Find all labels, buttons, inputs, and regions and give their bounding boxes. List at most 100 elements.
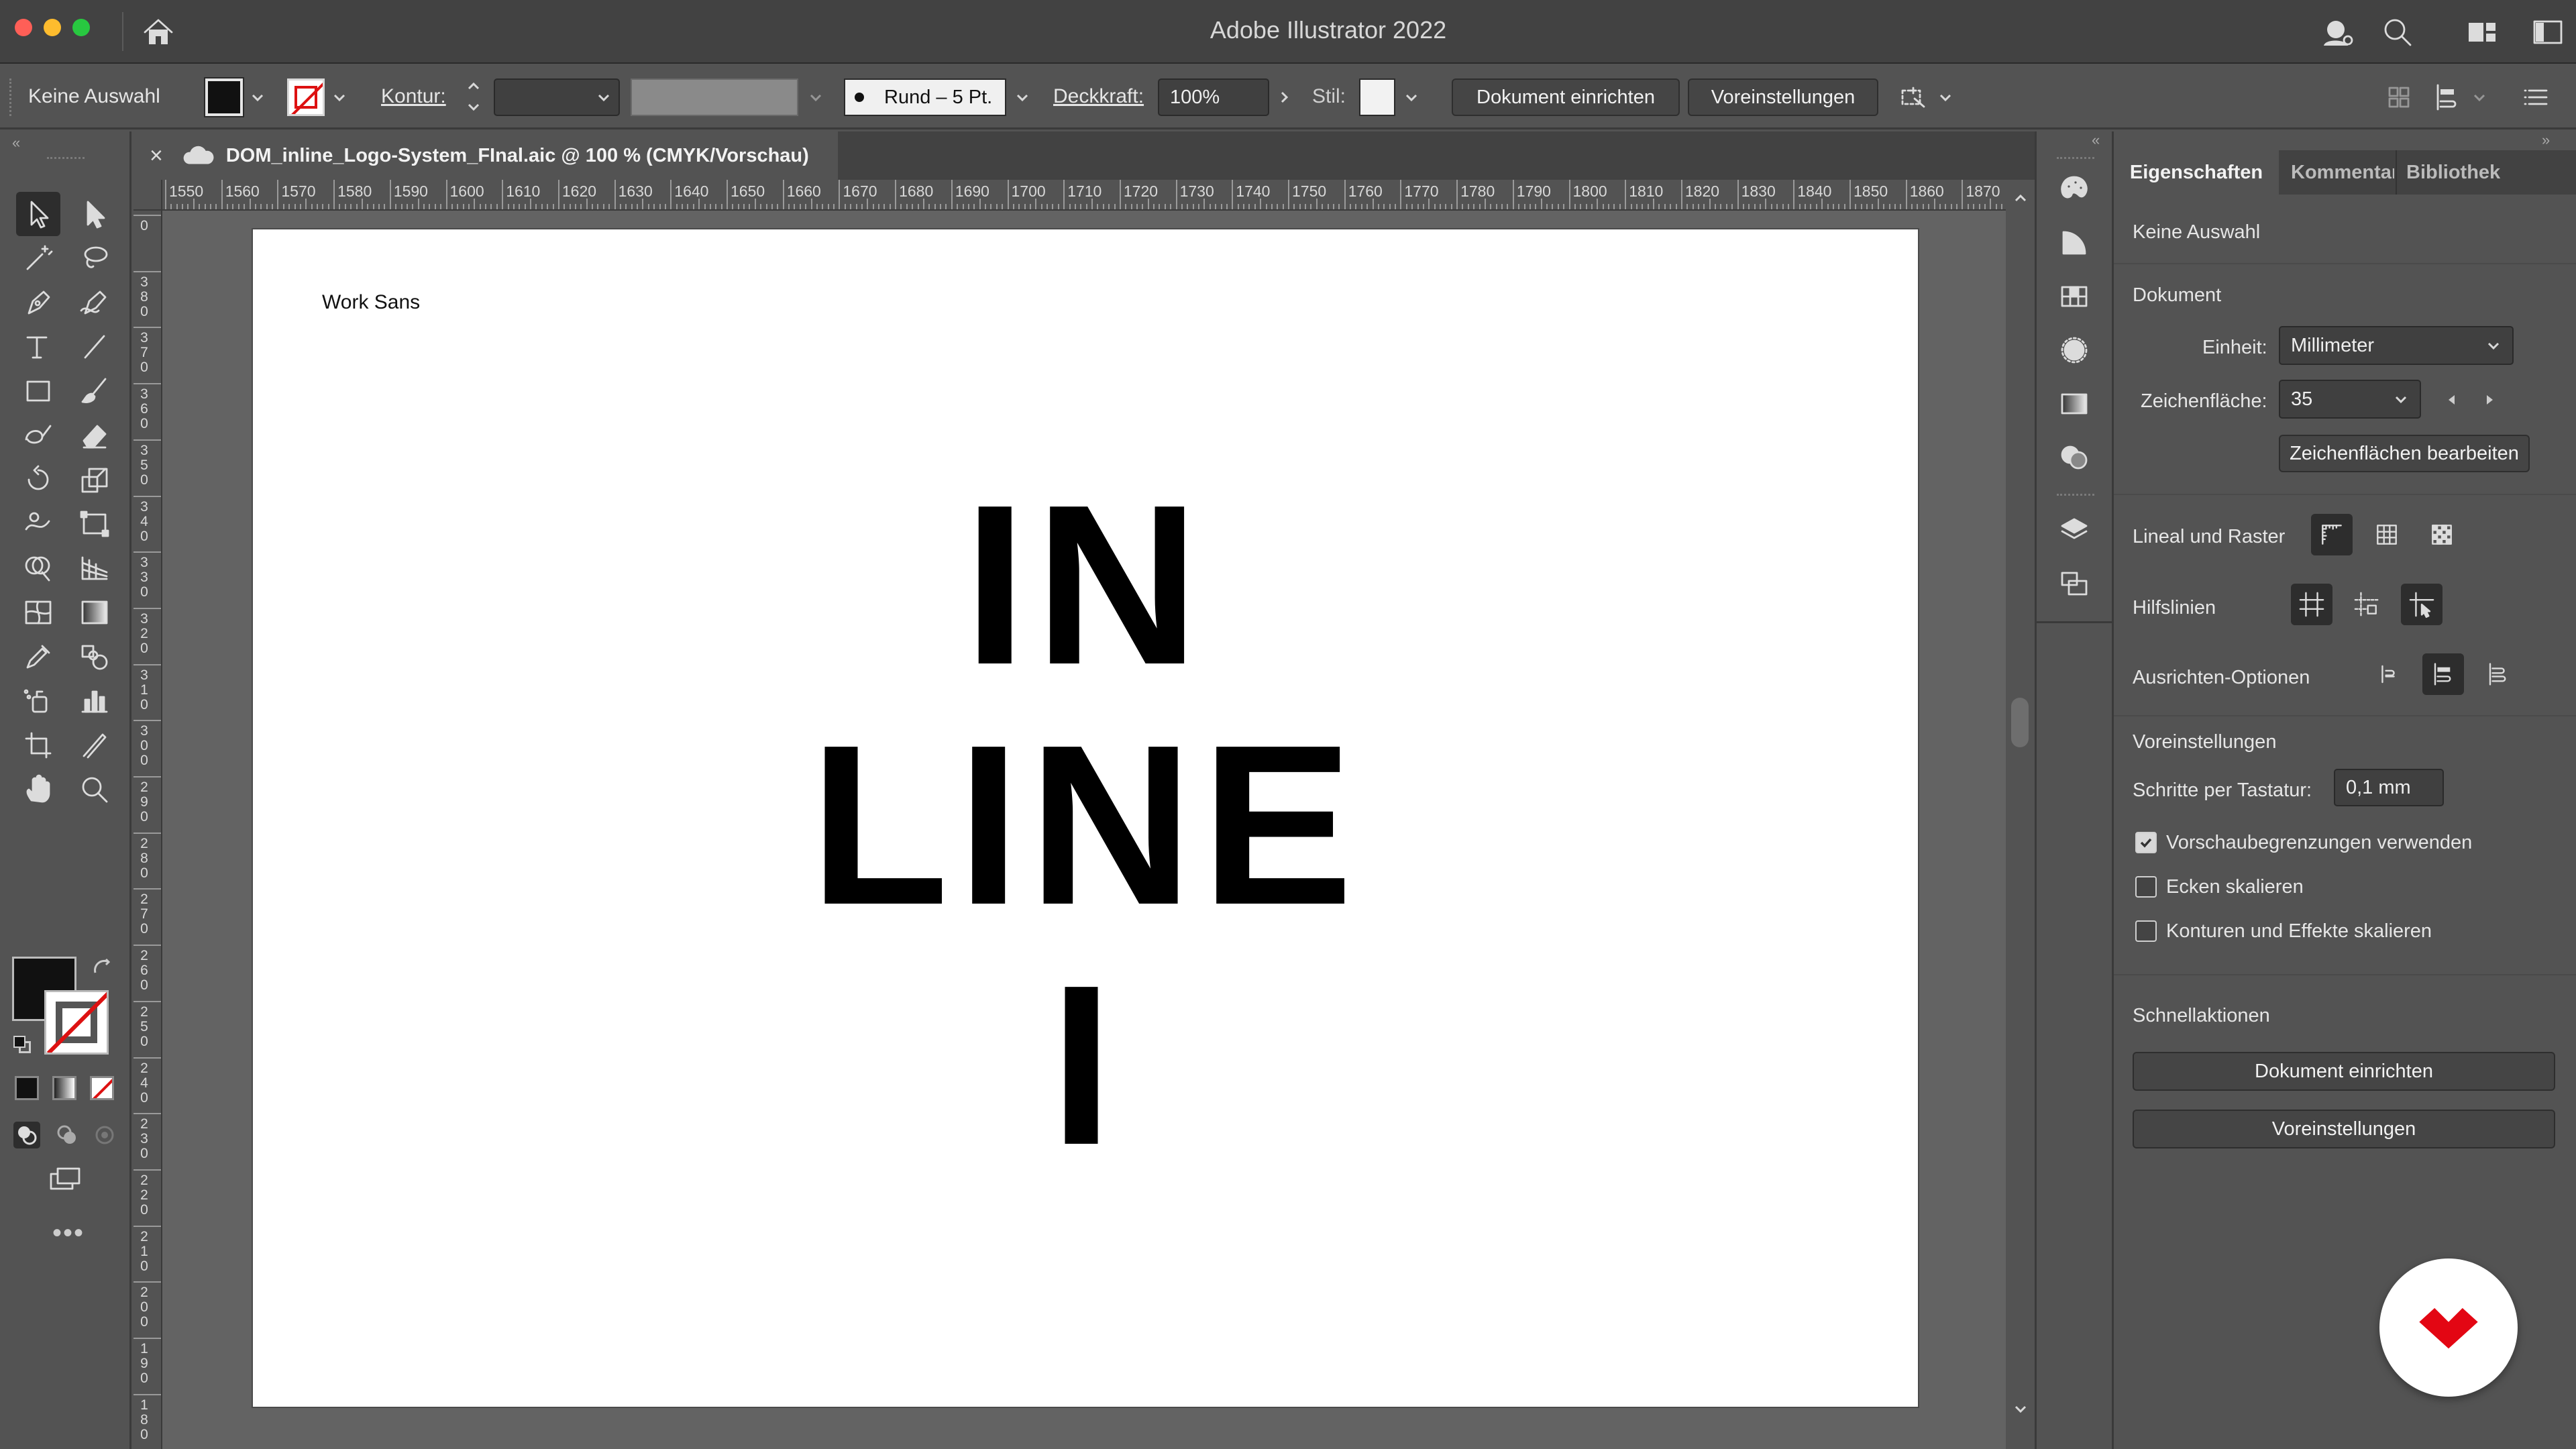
tab-properties[interactable]: Eigenschaften	[2114, 150, 2279, 195]
chevron-down-icon[interactable]	[1403, 89, 1419, 105]
eyedropper-tool[interactable]	[16, 635, 60, 679]
toggle-snap-to-point-button[interactable]	[2401, 584, 2443, 625]
artboards-panel-icon[interactable]	[2055, 565, 2093, 602]
document-setup-button[interactable]: Dokument einrichten	[1452, 78, 1680, 116]
chevron-down-icon[interactable]	[331, 89, 347, 105]
warp-tool[interactable]	[16, 502, 60, 546]
collapse-icon[interactable]	[133, 131, 154, 152]
chevron-down-icon[interactable]	[2471, 89, 2487, 105]
shape-builder-tool[interactable]	[16, 546, 60, 590]
previous-artboard-icon[interactable]	[2444, 392, 2460, 408]
default-fill-stroke-icon[interactable]	[12, 1034, 32, 1055]
symbol-sprayer-tool[interactable]	[16, 679, 60, 723]
eraser-tool[interactable]	[72, 413, 117, 458]
ruler-origin[interactable]	[133, 180, 162, 211]
quick-document-setup-button[interactable]: Dokument einrichten	[2133, 1052, 2555, 1091]
column-graph-tool[interactable]	[72, 679, 117, 723]
artboard[interactable]: Work Sans IN LINE I	[253, 229, 1918, 1407]
brush-definition[interactable]: Rund – 5 Pt.	[844, 78, 1006, 116]
color-palette-icon[interactable]	[2055, 170, 2093, 208]
artboard-tool[interactable]	[16, 723, 60, 767]
stroke-weight-stepper[interactable]	[462, 77, 486, 117]
chevron-right-icon[interactable]	[1276, 89, 1292, 105]
draw-inside-icon[interactable]	[90, 1120, 119, 1150]
collapse-icon[interactable]: »	[2542, 131, 2550, 149]
close-window-button[interactable]	[15, 19, 32, 36]
keyboard-increment-input[interactable]: 0,1 mm	[2334, 769, 2444, 806]
logo-line-3[interactable]: I	[253, 951, 1918, 1179]
logo-line-2[interactable]: LINE	[253, 711, 1918, 939]
scale-corners-label[interactable]: Ecken skalieren	[2166, 876, 2304, 898]
pen-tool[interactable]	[16, 280, 60, 325]
paintbrush-tool[interactable]	[72, 369, 117, 413]
vertical-ruler[interactable]: 0 380 370 360 350 340 330 320 310 300 290 280 270 260…	[133, 211, 162, 1449]
more-tools-icon[interactable]: •••	[52, 1218, 85, 1248]
workspace-icon[interactable]	[2463, 13, 2501, 51]
artboard-select[interactable]: 35	[2279, 380, 2421, 419]
color-guide-icon[interactable]	[2055, 224, 2093, 262]
selection-tool[interactable]	[16, 192, 60, 236]
toggle-rulers-button[interactable]	[2311, 514, 2353, 555]
horizontal-ruler[interactable]: 1550 1560 1570 1580 1590 1600 1610 1620 1630 1640…	[162, 180, 2006, 211]
magic-wand-tool[interactable]	[16, 236, 60, 280]
rectangle-tool[interactable]	[16, 369, 60, 413]
draw-normal-icon[interactable]	[12, 1120, 42, 1150]
gradient-mode-button[interactable]	[52, 1076, 76, 1100]
rotate-tool[interactable]	[16, 458, 60, 502]
preview-bounds-checkbox[interactable]	[2135, 832, 2157, 853]
fill-swatch[interactable]	[204, 77, 244, 117]
toggle-smart-guides-button[interactable]	[2346, 584, 2387, 625]
scroll-thumb[interactable]	[2011, 698, 2029, 747]
variable-width-profile[interactable]	[631, 78, 798, 116]
chevron-down-icon[interactable]	[1014, 89, 1030, 105]
unit-select[interactable]: Millimeter	[2279, 326, 2514, 365]
scale-tool[interactable]	[72, 458, 117, 502]
gradient-panel-icon[interactable]	[2055, 385, 2093, 423]
preview-bounds-label[interactable]: Vorschaubegrenzungen verwenden	[2166, 832, 2472, 854]
scroll-up-icon[interactable]	[2012, 191, 2029, 207]
direct-selection-tool[interactable]	[72, 192, 117, 236]
artboard-font-note[interactable]: Work Sans	[322, 291, 420, 314]
opacity-label[interactable]: Deckkraft:	[1053, 85, 1144, 108]
tab-libraries[interactable]: Bibliothek	[2396, 150, 2503, 195]
free-transform-tool[interactable]	[72, 502, 117, 546]
logo-line-1[interactable]: IN	[253, 471, 1918, 699]
swap-fill-stroke-icon[interactable]	[91, 957, 114, 979]
stroke-label[interactable]: Kontur:	[381, 85, 446, 108]
learn-icon[interactable]	[2318, 13, 2356, 51]
overlay-badge[interactable]	[2379, 1258, 2518, 1397]
color-mode-button[interactable]	[15, 1076, 39, 1100]
expand-icon[interactable]: «	[2092, 131, 2100, 149]
toggle-transparency-grid-button[interactable]	[2421, 514, 2463, 555]
gradient-tool[interactable]	[72, 590, 117, 635]
shaper-tool[interactable]	[16, 413, 60, 458]
hand-tool[interactable]	[16, 767, 60, 812]
none-mode-button[interactable]	[90, 1076, 114, 1100]
collapse-icon[interactable]: «	[12, 134, 20, 152]
brushes-icon[interactable]	[2055, 331, 2093, 369]
document-tab[interactable]: × DOM_inline_Logo-System_FInal.aic @ 100…	[133, 131, 838, 180]
chevron-down-icon[interactable]	[250, 89, 266, 105]
align-to-selection-button[interactable]	[2367, 653, 2409, 695]
draw-behind-icon[interactable]	[52, 1120, 82, 1150]
chevron-down-icon[interactable]	[1937, 89, 1953, 105]
chevron-down-icon[interactable]	[808, 89, 824, 105]
next-artboard-icon[interactable]	[2481, 392, 2498, 408]
maximize-window-button[interactable]	[72, 19, 90, 36]
stroke-swatch[interactable]	[287, 78, 325, 116]
vertical-scrollbar[interactable]	[2006, 180, 2035, 1449]
perspective-grid-tool[interactable]	[72, 546, 117, 590]
search-icon[interactable]	[2379, 13, 2416, 51]
transparency-icon[interactable]	[2055, 439, 2093, 476]
scale-strokes-label[interactable]: Konturen und Effekte skalieren	[2166, 920, 2432, 943]
quick-preferences-button[interactable]: Voreinstellungen	[2133, 1110, 2555, 1148]
opacity-input[interactable]: 100%	[1158, 78, 1269, 116]
stroke-weight-field[interactable]	[494, 78, 620, 116]
toggle-grid-button[interactable]	[2366, 514, 2408, 555]
toggle-guides-button[interactable]	[2291, 584, 2332, 625]
align-to-icon[interactable]	[2430, 78, 2467, 116]
line-segment-tool[interactable]	[72, 325, 117, 369]
home-icon[interactable]	[140, 13, 177, 51]
align-to-artboard-button[interactable]	[2477, 653, 2519, 695]
scale-corners-checkbox[interactable]	[2135, 876, 2157, 898]
